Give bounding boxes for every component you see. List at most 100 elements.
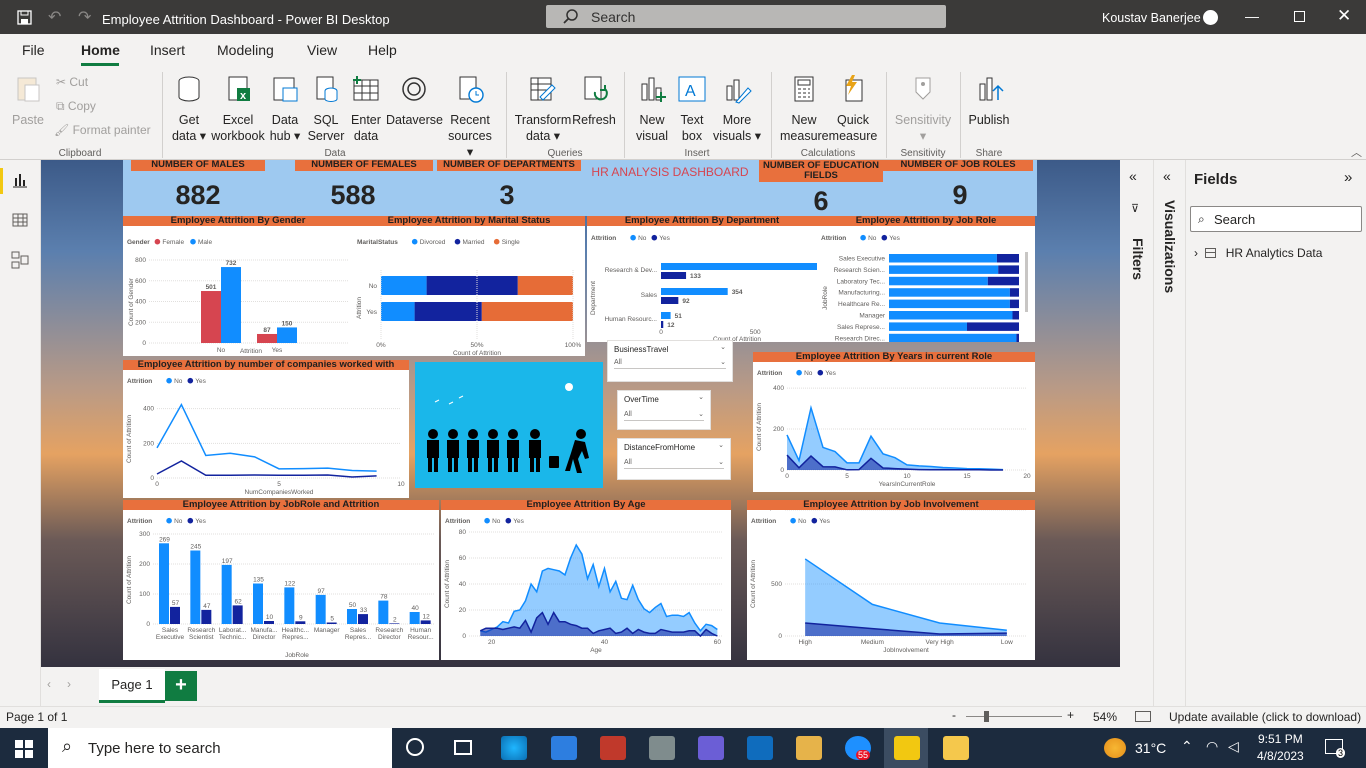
kpi-males-card[interactable]: NUMBER OF MALES 882 bbox=[123, 160, 273, 216]
data-view-icon[interactable] bbox=[12, 212, 28, 228]
edge-icon[interactable] bbox=[501, 736, 527, 760]
chart-gender-card[interactable]: Employee Attrition By Gender Gender Femal… bbox=[123, 216, 353, 356]
menu-modeling[interactable]: Modeling bbox=[217, 42, 274, 58]
new-visual-button[interactable]: New visual bbox=[632, 74, 672, 144]
close-icon[interactable]: ✕ bbox=[1337, 6, 1351, 26]
recent-sources-button[interactable]: Recent sources ▾ bbox=[444, 74, 496, 160]
format-painter-button[interactable]: 🖌 Format painter bbox=[54, 122, 151, 138]
user-name[interactable]: Koustav Banerjee bbox=[1102, 11, 1201, 25]
slicer-overtime-dropdown[interactable]: All ⌄ bbox=[624, 409, 704, 421]
wifi-icon[interactable]: ◠ bbox=[1206, 738, 1218, 755]
fields-search-input[interactable]: ⌕ Search bbox=[1190, 206, 1362, 232]
weather-icon[interactable] bbox=[1104, 738, 1126, 758]
slicer-businesstravel-dropdown[interactable]: All ⌄ bbox=[614, 357, 726, 369]
speaker-icon[interactable]: ◁ bbox=[1228, 738, 1239, 755]
filters-pane-collapsed[interactable]: « ⊽ Filters bbox=[1120, 160, 1154, 706]
title-search-box[interactable]: Search bbox=[546, 5, 946, 28]
paint-icon[interactable] bbox=[796, 736, 822, 760]
zoom-in-icon[interactable]: + bbox=[1067, 708, 1074, 722]
slicer-distancefromhome-dropdown[interactable]: All ⌄ bbox=[624, 457, 724, 469]
publish-button[interactable]: Publish bbox=[967, 74, 1011, 128]
report-view-icon[interactable] bbox=[12, 172, 28, 188]
zoom-slider[interactable] bbox=[966, 716, 1062, 717]
menu-view[interactable]: View bbox=[307, 42, 337, 58]
recent-sources-icon bbox=[459, 76, 484, 103]
taskbar-search-box[interactable]: ⌕ Type here to search bbox=[48, 728, 392, 768]
kpi-departments-value: 3 bbox=[499, 180, 515, 210]
redo-icon[interactable]: ↷ bbox=[78, 7, 91, 27]
add-page-button[interactable]: + bbox=[165, 671, 197, 701]
kpi-departments-card[interactable]: NUMBER OF DEPARTMENTS 3 bbox=[433, 160, 581, 216]
model-view-icon[interactable] bbox=[11, 251, 29, 269]
kpi-females-card[interactable]: NUMBER OF FEMALES 588 bbox=[273, 160, 433, 216]
chart-jobrole-card[interactable]: Employee Attrition by Job Role Attrition… bbox=[817, 216, 1035, 342]
quick-measure-button[interactable]: Quick measure bbox=[828, 74, 878, 144]
transform-data-button[interactable]: Transform data ▾ bbox=[514, 74, 572, 144]
sensitivity-button[interactable]: Sensitivity ▾ bbox=[893, 74, 953, 144]
weather-temperature[interactable]: 31°C bbox=[1135, 740, 1166, 756]
avatar[interactable] bbox=[1203, 10, 1218, 25]
slicer-businesstravel[interactable]: BusinessTravel ⌄ All ⌄ bbox=[607, 340, 733, 382]
slicer-distancefromhome[interactable]: DistanceFromHome ⌄ All ⌄ bbox=[617, 438, 731, 480]
chart-department-card[interactable]: Employee Attrition By Department Attriti… bbox=[587, 216, 817, 342]
visualizations-pane-collapsed[interactable]: « Visualizations bbox=[1154, 160, 1186, 706]
power-bi-icon[interactable] bbox=[894, 736, 920, 760]
zoom-level: 54% bbox=[1093, 710, 1118, 724]
cortana-icon[interactable] bbox=[406, 738, 424, 756]
save-icon[interactable] bbox=[17, 10, 33, 26]
more-visuals-button[interactable]: More visuals ▾ bbox=[712, 74, 762, 144]
data-hub-button[interactable]: Data hub ▾ bbox=[266, 74, 304, 144]
text-box-button[interactable]: A Text box bbox=[674, 74, 710, 144]
expand-filters-icon[interactable]: « bbox=[1129, 168, 1137, 184]
clock-date[interactable]: 4/8/2023 bbox=[1257, 749, 1304, 763]
enter-data-button[interactable]: Enter data bbox=[346, 74, 386, 144]
get-data-button[interactable]: Get data ▾ bbox=[170, 74, 208, 144]
cut-button[interactable]: ✂ Cut bbox=[56, 74, 88, 90]
sql-server-button[interactable]: SQL Server bbox=[306, 74, 346, 144]
excel-workbook-button[interactable]: x Excel workbook bbox=[210, 74, 266, 144]
kpi-jobroles-card[interactable]: NUMBER OF JOB ROLES 9 bbox=[883, 160, 1037, 216]
clock-time[interactable]: 9:51 PM bbox=[1258, 732, 1303, 746]
dataverse-button[interactable]: Dataverse bbox=[386, 74, 443, 128]
chart-jobrole-attrition-card[interactable]: Employee Attrition by JobRole and Attrit… bbox=[123, 500, 439, 660]
collapse-ribbon-icon[interactable]: ︿ bbox=[1351, 144, 1362, 160]
zoom-slider-thumb[interactable] bbox=[984, 711, 989, 722]
store-icon[interactable] bbox=[551, 736, 577, 760]
restore-icon[interactable] bbox=[1294, 11, 1305, 22]
menu-insert[interactable]: Insert bbox=[150, 42, 185, 58]
kpi-education-card[interactable]: NUMBER OF EDUCATION FIELDS 6 bbox=[759, 160, 883, 216]
chart-involvement-card[interactable]: Employee Attrition by Job Involvement At… bbox=[747, 500, 1035, 660]
menu-help[interactable]: Help bbox=[368, 42, 397, 58]
fit-to-page-icon[interactable] bbox=[1135, 711, 1151, 722]
fields-table-item[interactable]: › HR Analytics Data bbox=[1194, 246, 1322, 260]
chart-age-card[interactable]: Employee Attrition By Age Attrition No Yes… bbox=[441, 500, 731, 660]
next-page-icon[interactable]: › bbox=[67, 677, 71, 691]
paste-button[interactable]: Paste bbox=[10, 74, 46, 128]
chart-marital-card[interactable]: Employee Attrition by Marital Status Mar… bbox=[353, 216, 585, 356]
menu-home[interactable]: Home bbox=[81, 42, 120, 58]
dashboard-title-card[interactable]: HR ANALYSIS DASHBOARD bbox=[581, 160, 759, 216]
tab-page-1[interactable]: Page 1 bbox=[99, 669, 165, 703]
minimize-icon[interactable]: — bbox=[1245, 8, 1259, 24]
refresh-button[interactable]: Refresh bbox=[572, 74, 616, 128]
slicer-overtime[interactable]: OverTime ⌄ All ⌄ bbox=[617, 390, 711, 430]
update-available-link[interactable]: Update available (click to download) bbox=[1169, 710, 1361, 724]
camera-icon[interactable] bbox=[649, 736, 675, 760]
zoom-out-icon[interactable]: - bbox=[952, 708, 956, 722]
new-measure-button[interactable]: New measure bbox=[780, 74, 829, 144]
chevron-up-icon[interactable]: ⌃ bbox=[1181, 738, 1193, 755]
menu-file[interactable]: File bbox=[22, 42, 45, 58]
windows-start-icon[interactable] bbox=[15, 740, 33, 758]
file-explorer-icon[interactable] bbox=[943, 736, 969, 760]
chart-companies-card[interactable]: Employee Attrition by number of companie… bbox=[123, 360, 409, 498]
undo-icon[interactable]: ↶ bbox=[48, 7, 61, 27]
expand-visualizations-icon[interactable]: « bbox=[1163, 168, 1171, 184]
copy-button[interactable]: ⧉ Copy bbox=[56, 98, 96, 114]
task-view-icon[interactable] bbox=[454, 740, 472, 755]
collapse-fields-icon[interactable]: » bbox=[1344, 169, 1352, 186]
media-app-icon[interactable] bbox=[600, 736, 626, 760]
app-icon[interactable] bbox=[698, 736, 724, 760]
chart-yearsrole-card[interactable]: Employee Attrition By Years in current R… bbox=[753, 352, 1035, 492]
outlook-icon[interactable] bbox=[747, 736, 773, 760]
prev-page-icon[interactable]: ‹ bbox=[47, 677, 51, 691]
